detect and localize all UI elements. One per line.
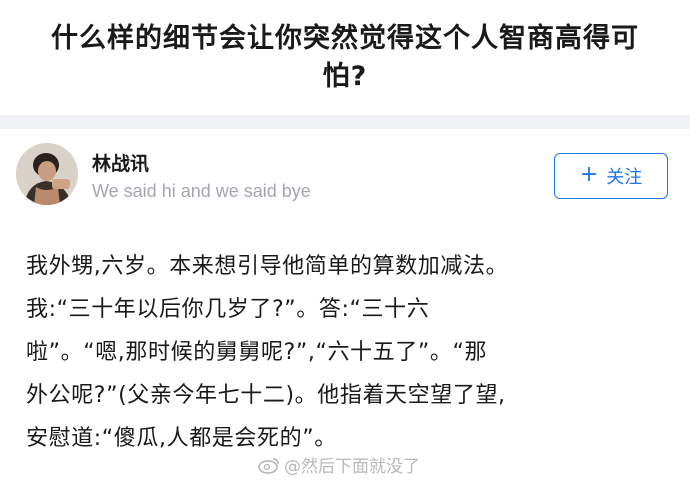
watermark: @然后下面就没了	[258, 452, 420, 477]
plus-icon: +	[579, 162, 599, 187]
follow-button[interactable]: + 关注	[554, 153, 668, 199]
question-title-line-1: 什么样的细节会让你突然觉得这个人智商高得可	[51, 23, 639, 54]
answer-line-2: 我:“三十年以后你几岁了?”。答:“三十六	[26, 297, 430, 322]
answer-line-1: 我外甥,六岁。本来想引导他简单的算数加减法。	[26, 254, 509, 279]
weibo-icon	[258, 457, 279, 474]
question-title-line-2: 怕?	[322, 61, 368, 92]
answer-body: 我外甥,六岁。本来想引导他简单的算数加减法。 我:“三十年以后你几岁了?”。答:…	[26, 245, 666, 460]
avatar[interactable]	[16, 143, 78, 205]
answer-line-3: 啦”。“嗯,那时候的舅舅呢?”,“六十五了”。“那	[26, 340, 488, 365]
author-bio: We said hi and we said bye	[92, 181, 311, 201]
question-header: 什么样的细节会让你突然觉得这个人智商高得可 怕?	[0, 0, 690, 115]
avatar-photo-icon	[16, 143, 78, 205]
section-divider	[0, 115, 690, 129]
follow-label: 关注	[606, 167, 643, 188]
author-card: 林战讯 We said hi and we said bye + 关注	[0, 129, 690, 221]
answer-line-4: 外公呢?”(父亲今年七十二)。他指着天空望了望,	[26, 383, 506, 408]
author-name[interactable]: 林战讯	[92, 149, 149, 176]
watermark-text: @然后下面就没了	[284, 457, 420, 477]
